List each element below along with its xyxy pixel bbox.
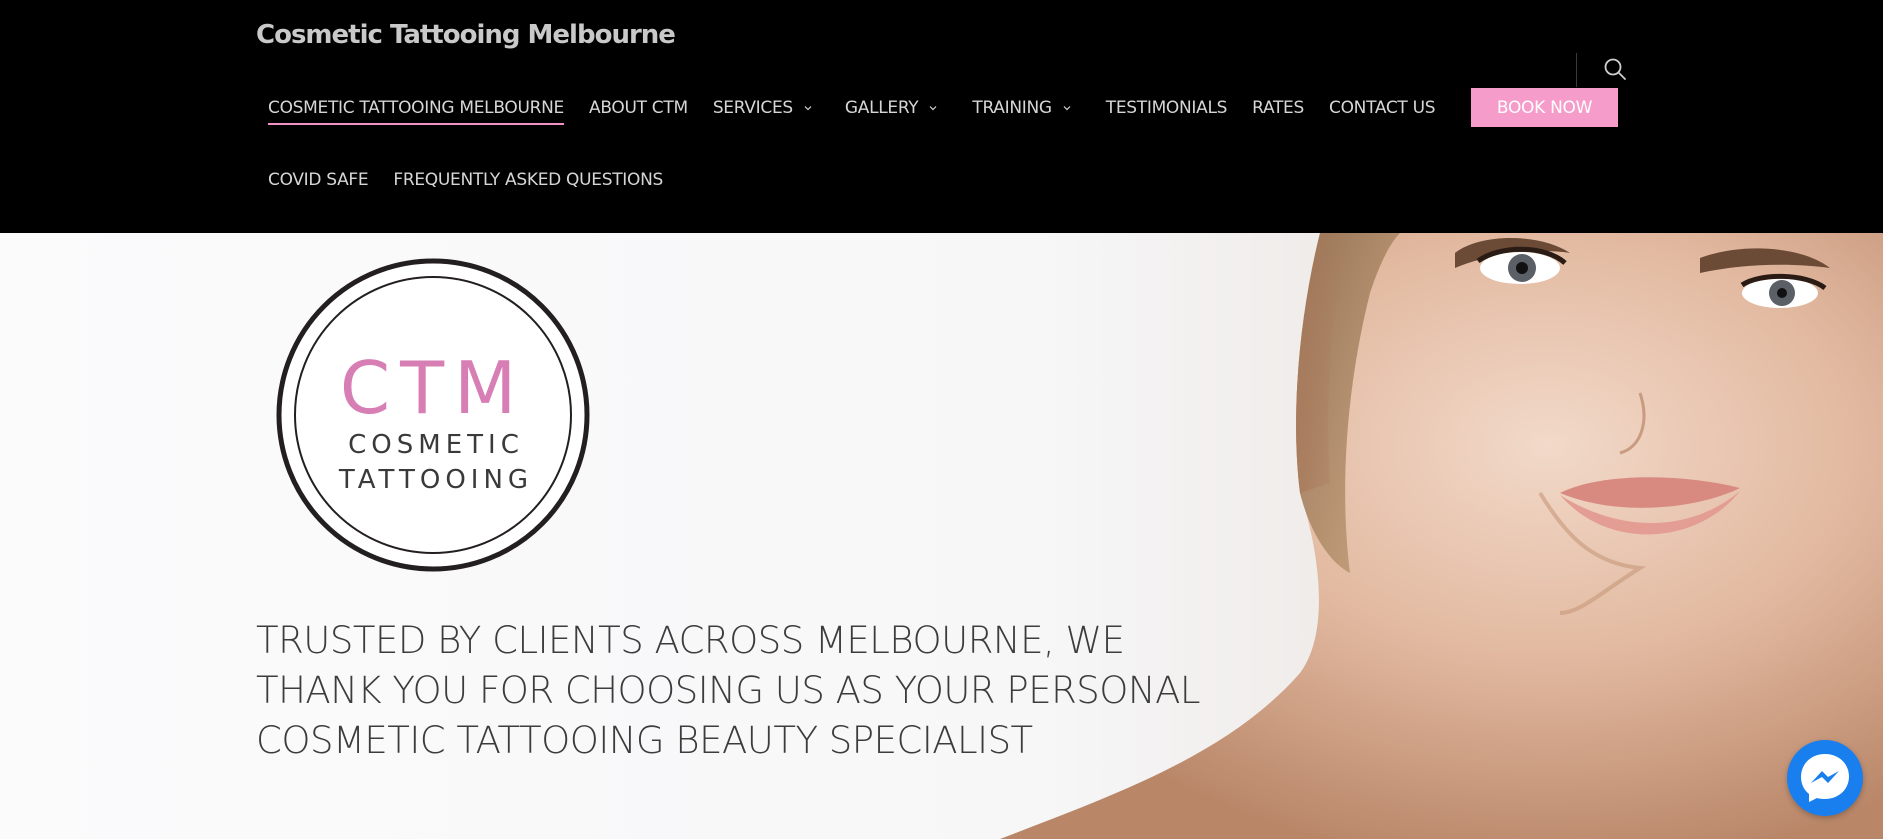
tagline-line: THANK YOU FOR CHOOSING US AS YOUR PERSON… — [256, 669, 1201, 712]
main-nav: COSMETIC TATTOOING MELBOURNE ABOUT CTM S… — [268, 88, 1436, 128]
nav-item-about[interactable]: ABOUT CTM — [589, 88, 688, 128]
nav-item-faq[interactable]: FREQUENTLY ASKED QUESTIONS — [393, 160, 663, 200]
chevron-down-icon — [929, 106, 937, 111]
book-now-button[interactable]: BOOK NOW — [1471, 88, 1618, 127]
nav-item-contact[interactable]: CONTACT US — [1329, 88, 1436, 128]
nav-item-label: GALLERY — [844, 98, 919, 118]
tagline-line: COSMETIC TATTOOING BEAUTY SPECIALIST — [256, 719, 1033, 762]
nav-item-label: TRAINING — [972, 98, 1052, 118]
nav-item-label: SERVICES — [712, 98, 793, 118]
logo-ctm-text: CTM — [340, 346, 526, 430]
nav-item-label: COVID SAFE — [268, 170, 369, 190]
nav-item-label: COSMETIC TATTOOING MELBOURNE — [268, 98, 564, 118]
logo-cosmetic-text: COSMETIC — [348, 430, 524, 460]
nav-item-rates[interactable]: RATES — [1252, 88, 1304, 128]
site-header: Cosmetic Tattooing Melbourne COSMETIC TA… — [0, 0, 1883, 233]
messenger-chat-button[interactable] — [1787, 740, 1863, 816]
ctm-logo[interactable]: CTM COSMETIC TATTOOING — [276, 258, 590, 572]
nav-item-label: ABOUT CTM — [588, 98, 688, 118]
nav-item-gallery[interactable]: GALLERY — [845, 88, 939, 128]
tagline-line: TRUSTED BY CLIENTS ACROSS MELBOURNE, WE — [256, 619, 1125, 662]
nav-item-testimonials[interactable]: TESTIMONIALS — [1105, 88, 1228, 128]
chevron-down-icon — [804, 106, 812, 111]
hero-tagline: TRUSTED BY CLIENTS ACROSS MELBOURNE, WE … — [256, 616, 1216, 766]
secondary-nav: COVID SAFE FREQUENTLY ASKED QUESTIONS — [268, 160, 663, 200]
nav-item-label: RATES — [1252, 98, 1304, 118]
nav-item-label: TESTIMONIALS — [1105, 98, 1228, 118]
search-icon — [1604, 58, 1626, 80]
nav-item-home[interactable]: COSMETIC TATTOOING MELBOURNE — [268, 88, 564, 128]
logo-tattooing-text: TATTOOING — [338, 465, 533, 495]
nav-item-label: FREQUENTLY ASKED QUESTIONS — [393, 170, 664, 190]
nav-divider — [1576, 53, 1577, 87]
nav-item-covid-safe[interactable]: COVID SAFE — [268, 160, 369, 200]
chevron-down-icon — [1063, 106, 1071, 111]
messenger-icon — [1801, 754, 1849, 802]
search-button[interactable] — [1602, 56, 1628, 82]
nav-item-label: CONTACT US — [1329, 98, 1436, 118]
site-title[interactable]: Cosmetic Tattooing Melbourne — [256, 20, 676, 50]
nav-item-services[interactable]: SERVICES — [713, 88, 813, 128]
nav-item-training[interactable]: TRAINING — [972, 88, 1071, 128]
